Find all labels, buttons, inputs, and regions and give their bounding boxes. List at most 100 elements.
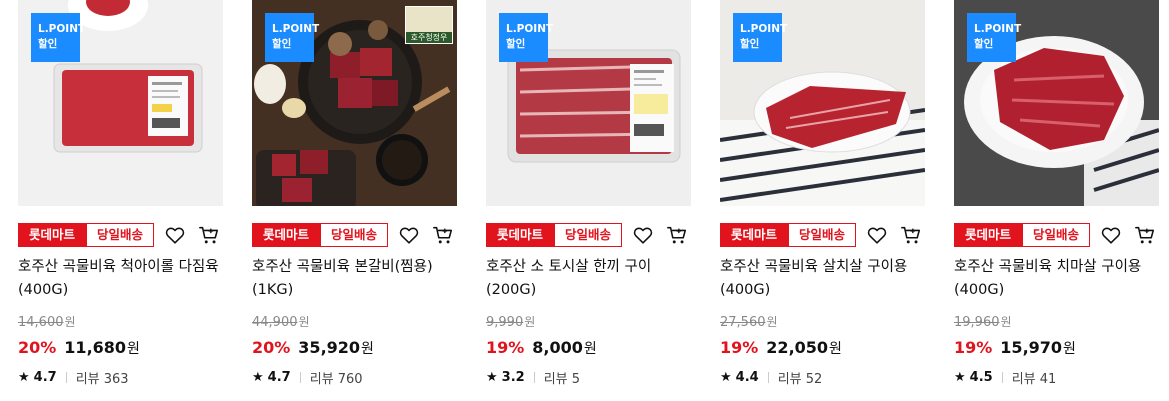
review-count[interactable]: 리뷰 5 bbox=[544, 368, 580, 387]
lpoint-badge-line1: L.POINT bbox=[974, 23, 1022, 35]
lpoint-discount-badge: L.POINT 할인 bbox=[265, 13, 319, 62]
delivery-badge: 당일배송 bbox=[788, 223, 856, 247]
divider bbox=[767, 372, 769, 383]
price-unit: 원 bbox=[583, 341, 597, 357]
divider bbox=[65, 372, 67, 383]
rating-row: ★ 4.7 리뷰 760 bbox=[252, 368, 363, 387]
heart-icon[interactable] bbox=[398, 224, 420, 246]
original-price-value: 14,600 bbox=[18, 315, 64, 330]
divider bbox=[299, 372, 301, 383]
product-card[interactable]: L.POINT 할인 호주청정우 롯데마트 당일배송 호주산 곡물비육 본갈비(… bbox=[252, 0, 457, 387]
rating-row: ★ 3.2 리뷰 5 bbox=[486, 368, 580, 387]
product-title[interactable]: 호주산 곡물비육 살치살 구이용 (400G) bbox=[720, 256, 930, 302]
price-unit: 원 bbox=[127, 341, 140, 357]
lpoint-badge-line2: 할인 bbox=[272, 38, 292, 50]
original-price-value: 27,560 bbox=[720, 315, 766, 330]
rating-score: 4.4 bbox=[735, 370, 759, 385]
cart-icon[interactable] bbox=[198, 224, 220, 246]
review-count[interactable]: 리뷰 52 bbox=[778, 368, 823, 387]
product-title[interactable]: 호주산 소 토시살 한끼 구이 (200G) bbox=[486, 256, 696, 302]
heart-icon[interactable] bbox=[866, 224, 888, 246]
product-image[interactable]: L.POINT 할인 bbox=[954, 0, 1159, 206]
review-count[interactable]: 리뷰 41 bbox=[1012, 368, 1057, 387]
original-price: 14,600원 bbox=[18, 313, 76, 330]
original-price: 27,560원 bbox=[720, 313, 778, 330]
original-price-value: 44,900 bbox=[252, 315, 298, 330]
delivery-badge: 당일배송 bbox=[320, 223, 388, 247]
store-badge: 롯데마트 bbox=[486, 223, 554, 247]
product-image[interactable]: L.POINT 할인 bbox=[486, 0, 691, 206]
rating-score: 4.7 bbox=[267, 370, 291, 385]
lpoint-badge-line2: 할인 bbox=[38, 38, 58, 50]
store-badge: 롯데마트 bbox=[720, 223, 788, 247]
cart-icon[interactable] bbox=[900, 224, 922, 246]
heart-icon[interactable] bbox=[164, 224, 186, 246]
lpoint-discount-badge: L.POINT 할인 bbox=[733, 13, 788, 62]
sale-price: 20% 11,680원 bbox=[18, 338, 140, 358]
product-card[interactable]: L.POINT 할인 롯데마트 당일배송 호주산 곡물비육 살치살 구이용 (4… bbox=[720, 0, 925, 387]
lpoint-badge-line2: 할인 bbox=[740, 38, 760, 50]
price-value: 11,680 bbox=[64, 338, 127, 357]
original-price-value: 9,990 bbox=[486, 315, 524, 330]
price-unit: 원 bbox=[829, 341, 842, 357]
lpoint-discount-badge: L.POINT 할인 bbox=[31, 13, 86, 62]
original-price-unit: 원 bbox=[1000, 315, 1012, 329]
review-count[interactable]: 리뷰 363 bbox=[76, 368, 129, 387]
product-card[interactable]: L.POINT 할인 롯데마트 당일배송 호주산 곡물비육 척아이롤 다짐육 (… bbox=[18, 0, 223, 387]
rating-score: 4.7 bbox=[33, 370, 57, 385]
sale-price: 19% 22,050원 bbox=[720, 338, 842, 358]
delivery-badge: 당일배송 bbox=[86, 223, 154, 247]
store-badge: 롯데마트 bbox=[18, 223, 86, 247]
discount-rate: 19% bbox=[720, 338, 759, 357]
star-icon: ★ bbox=[486, 370, 498, 385]
store-badge: 롯데마트 bbox=[954, 223, 1022, 247]
rating-row: ★ 4.4 리뷰 52 bbox=[720, 368, 822, 387]
rating-row: ★ 4.7 리뷰 363 bbox=[18, 368, 129, 387]
lpoint-badge-line1: L.POINT bbox=[38, 23, 86, 35]
lpoint-discount-badge: L.POINT 할인 bbox=[499, 13, 554, 62]
price-value: 8,000 bbox=[532, 338, 583, 357]
cart-icon[interactable] bbox=[666, 224, 688, 246]
store-badge: 롯데마트 bbox=[252, 223, 320, 247]
product-card[interactable]: L.POINT 할인 롯데마트 당일배송 호주산 곡물비육 치마살 구이용 (4… bbox=[954, 0, 1159, 387]
sale-price: 20% 35,920원 bbox=[252, 338, 374, 358]
product-title[interactable]: 호주산 곡물비육 척아이롤 다짐육 (400G) bbox=[18, 256, 228, 302]
cart-icon[interactable] bbox=[1134, 224, 1156, 246]
origin-badge-label: 호주청정우 bbox=[410, 33, 448, 42]
product-grid: L.POINT 할인 롯데마트 당일배송 호주산 곡물비육 척아이롤 다짐육 (… bbox=[0, 0, 1169, 401]
cart-icon[interactable] bbox=[432, 224, 454, 246]
price-value: 22,050 bbox=[766, 338, 829, 357]
star-icon: ★ bbox=[18, 370, 30, 385]
product-image[interactable]: L.POINT 할인 호주청정우 bbox=[252, 0, 457, 206]
divider bbox=[533, 372, 535, 383]
product-image[interactable]: L.POINT 할인 bbox=[18, 0, 223, 206]
delivery-badge: 당일배송 bbox=[554, 223, 622, 247]
heart-icon[interactable] bbox=[1100, 224, 1122, 246]
lpoint-badge-line1: L.POINT bbox=[740, 23, 788, 35]
original-price-unit: 원 bbox=[64, 315, 76, 329]
sale-price: 19% 15,970원 bbox=[954, 338, 1076, 358]
price-value: 15,970 bbox=[1000, 338, 1063, 357]
rating-score: 3.2 bbox=[501, 370, 525, 385]
lpoint-badge-line2: 할인 bbox=[506, 38, 526, 50]
lpoint-discount-badge: L.POINT 할인 bbox=[967, 13, 1022, 62]
original-price: 19,960원 bbox=[954, 313, 1012, 330]
rating-score: 4.5 bbox=[969, 370, 993, 385]
original-price-unit: 원 bbox=[524, 315, 536, 329]
heart-icon[interactable] bbox=[632, 224, 654, 246]
original-price-unit: 원 bbox=[766, 315, 778, 329]
product-image[interactable]: L.POINT 할인 bbox=[720, 0, 925, 206]
rating-row: ★ 4.5 리뷰 41 bbox=[954, 368, 1056, 387]
star-icon: ★ bbox=[720, 370, 732, 385]
star-icon: ★ bbox=[954, 370, 966, 385]
product-title[interactable]: 호주산 곡물비육 치마살 구이용 (400G) bbox=[954, 256, 1164, 302]
product-card[interactable]: L.POINT 할인 롯데마트 당일배송 호주산 소 토시살 한끼 구이 (20… bbox=[486, 0, 691, 387]
review-count[interactable]: 리뷰 760 bbox=[310, 368, 363, 387]
original-price-unit: 원 bbox=[298, 315, 310, 329]
product-title[interactable]: 호주산 곡물비육 본갈비(찜용) (1KG) bbox=[252, 256, 462, 302]
star-icon: ★ bbox=[252, 370, 264, 385]
original-price: 9,990원 bbox=[486, 313, 535, 330]
discount-rate: 19% bbox=[486, 338, 525, 357]
lpoint-badge-line1: L.POINT bbox=[506, 23, 554, 35]
original-price-value: 19,960 bbox=[954, 315, 1000, 330]
